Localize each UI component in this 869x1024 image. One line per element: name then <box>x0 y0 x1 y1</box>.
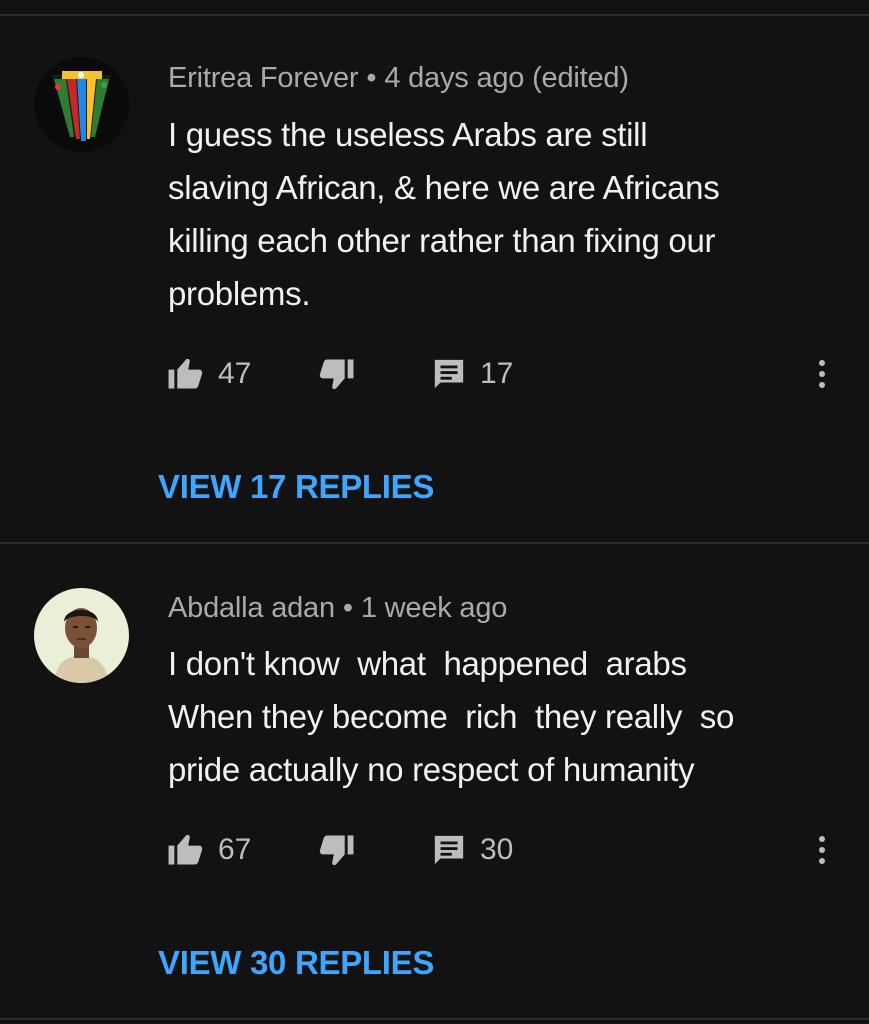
thumbs-down-icon <box>319 835 354 866</box>
comment-meta: Abdalla adan • 1 week ago <box>168 592 507 625</box>
avatar-image-icon <box>34 57 129 152</box>
meta-separator: • <box>366 62 377 94</box>
bottom-divider <box>0 1018 869 1020</box>
more-options-button[interactable] <box>810 830 834 870</box>
view-replies-link[interactable]: VIEW 30 REPLIES <box>158 944 434 982</box>
more-dot-icon <box>819 360 825 366</box>
comment-text: I don't know what happened arabs When th… <box>168 645 735 788</box>
comment-divider <box>0 542 869 544</box>
reply-button[interactable]: 17 <box>432 354 513 394</box>
top-divider <box>0 14 869 16</box>
more-dot-icon <box>819 371 825 377</box>
meta-separator: • <box>342 592 353 624</box>
comment-meta: Eritrea Forever • 4 days ago (edited) <box>168 62 629 95</box>
more-options-button[interactable] <box>810 354 834 394</box>
dislike-button[interactable] <box>318 354 354 394</box>
avatar[interactable] <box>34 588 129 683</box>
thumbs-up-icon <box>168 358 203 389</box>
like-count: 67 <box>218 833 252 866</box>
avatar[interactable] <box>34 57 129 152</box>
more-dot-icon <box>819 382 825 388</box>
more-dot-icon <box>819 847 825 853</box>
comment-icon <box>434 835 464 865</box>
like-button[interactable]: 47 <box>168 354 251 394</box>
comment-actions: 67 30 <box>168 830 858 870</box>
thumbs-up-icon <box>168 834 203 865</box>
like-count: 47 <box>218 357 252 390</box>
reply-count: 30 <box>480 833 514 866</box>
comment-time: 1 week ago <box>360 592 508 624</box>
reply-count: 17 <box>480 357 514 390</box>
comment-time: 4 days ago (edited) <box>384 62 629 94</box>
author-name[interactable]: Abdalla adan <box>168 592 335 624</box>
comment-icon <box>434 359 464 389</box>
avatar-image-icon <box>34 588 129 683</box>
author-name[interactable]: Eritrea Forever <box>168 62 359 94</box>
more-dot-icon <box>819 858 825 864</box>
comment-text: I guess the useless Arabs are still slav… <box>168 116 720 312</box>
thumbs-down-icon <box>319 359 354 390</box>
like-button[interactable]: 67 <box>168 830 251 870</box>
more-dot-icon <box>819 836 825 842</box>
reply-button[interactable]: 30 <box>432 830 513 870</box>
dislike-button[interactable] <box>318 830 354 870</box>
view-replies-link[interactable]: VIEW 17 REPLIES <box>158 468 434 506</box>
comment-actions: 47 17 <box>168 354 858 394</box>
